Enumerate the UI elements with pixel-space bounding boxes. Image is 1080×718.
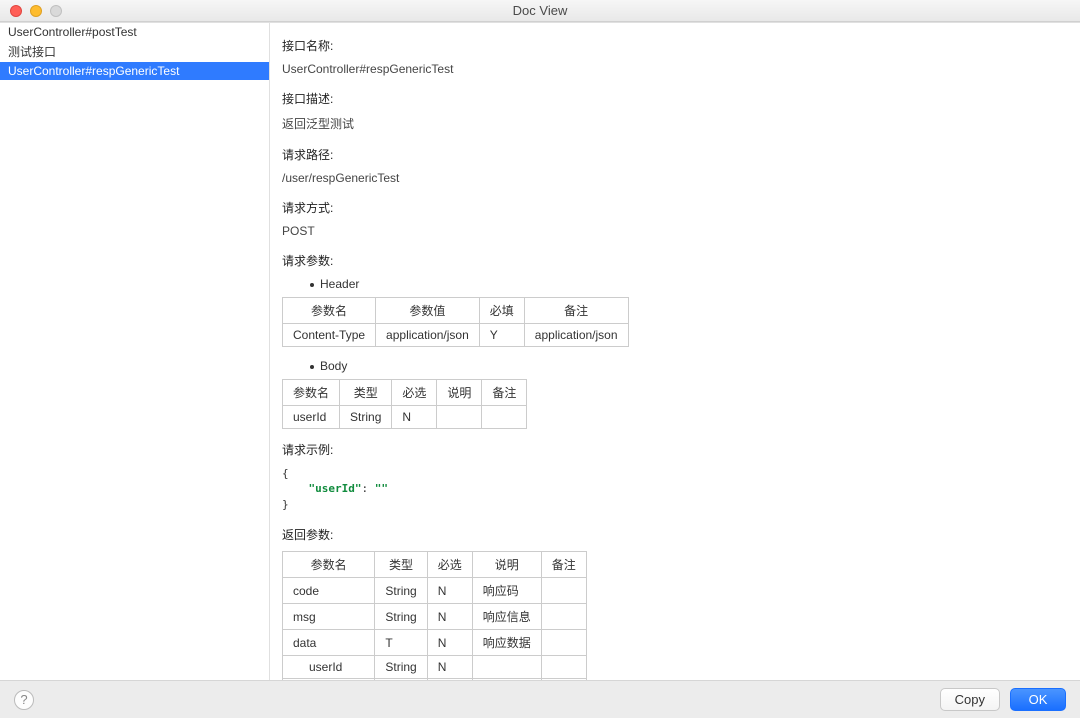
api-name-value: UserController#respGenericTest (282, 62, 1068, 76)
table-cell: String (375, 578, 427, 604)
table-header: 类型 (375, 552, 427, 578)
footer: ? Copy OK (0, 680, 1080, 718)
table-cell: Y (479, 324, 524, 347)
table-cell: userId (283, 406, 340, 429)
doc-pane: 接口名称: UserController#respGenericTest 接口描… (270, 23, 1080, 680)
ok-button[interactable]: OK (1010, 688, 1066, 711)
table-cell (437, 406, 482, 429)
table-cell: N (392, 406, 437, 429)
table-header: 必选 (427, 552, 472, 578)
table-header: 备注 (541, 552, 586, 578)
table-cell: 响应数据 (472, 630, 541, 656)
table-header: 参数名 (283, 380, 340, 406)
table-header: 参数值 (376, 298, 480, 324)
req-path-value: /user/respGenericTest (282, 171, 1068, 185)
table-cell: Content-Type (283, 324, 376, 347)
body-subheader: Body (310, 359, 1068, 373)
header-subheader: Header (310, 277, 1068, 291)
table-cell: application/json (524, 324, 628, 347)
table-cell: N (427, 630, 472, 656)
resp-params-label: 返回参数: (282, 526, 1068, 543)
table-header: 参数名 (283, 552, 375, 578)
help-icon[interactable]: ? (14, 690, 34, 710)
table-cell: String (375, 604, 427, 630)
table-row: userIdStringN (283, 656, 587, 679)
sidebar-item[interactable]: UserController#respGenericTest (0, 62, 269, 80)
table-header: 说明 (437, 380, 482, 406)
req-params-label: 请求参数: (282, 252, 1068, 269)
req-example-code: { "userId": "" } (282, 466, 1068, 512)
table-row: codeStringN响应码 (283, 578, 587, 604)
table-cell: N (427, 578, 472, 604)
sidebar-item[interactable]: 测试接口 (0, 41, 269, 62)
table-row: msgStringN响应信息 (283, 604, 587, 630)
resp-table: 参数名类型必选说明备注codeStringN响应码msgStringN响应信息d… (282, 551, 587, 680)
table-cell: T (375, 630, 427, 656)
table-header: 必填 (479, 298, 524, 324)
body-table: 参数名类型必选说明备注userIdStringN (282, 379, 527, 429)
table-cell (541, 604, 586, 630)
req-method-label: 请求方式: (282, 199, 1068, 216)
req-path-label: 请求路径: (282, 146, 1068, 163)
sidebar: UserController#postTest测试接口UserControlle… (0, 23, 270, 680)
table-cell: code (283, 578, 375, 604)
footer-buttons: Copy OK (940, 688, 1066, 711)
table-row: Content-Typeapplication/jsonYapplication… (283, 324, 629, 347)
table-row: dataTN响应数据 (283, 630, 587, 656)
table-header: 必选 (392, 380, 437, 406)
minimize-window-button[interactable] (30, 5, 42, 17)
table-cell: String (340, 406, 392, 429)
sidebar-item[interactable]: UserController#postTest (0, 23, 269, 41)
table-cell (472, 656, 541, 679)
titlebar: Doc View (0, 0, 1080, 22)
close-window-button[interactable] (10, 5, 22, 17)
table-cell (482, 406, 527, 429)
header-table: 参数名参数值必填备注Content-Typeapplication/jsonYa… (282, 297, 629, 347)
table-cell (541, 630, 586, 656)
table-header: 参数名 (283, 298, 376, 324)
content-area: UserController#postTest测试接口UserControlle… (0, 22, 1080, 680)
table-row: userIdStringN (283, 406, 527, 429)
table-cell: data (283, 630, 375, 656)
table-header: 备注 (524, 298, 628, 324)
table-header: 备注 (482, 380, 527, 406)
traffic-lights (0, 5, 62, 17)
table-cell: msg (283, 604, 375, 630)
table-cell: 响应码 (472, 578, 541, 604)
req-method-value: POST (282, 224, 1068, 238)
table-header: 类型 (340, 380, 392, 406)
table-cell: N (427, 604, 472, 630)
api-name-label: 接口名称: (282, 37, 1068, 54)
table-cell (541, 656, 586, 679)
table-cell: userId (283, 656, 375, 679)
window-title: Doc View (0, 3, 1080, 18)
table-cell: 响应信息 (472, 604, 541, 630)
req-example-label: 请求示例: (282, 441, 1068, 458)
copy-button[interactable]: Copy (940, 688, 1000, 711)
table-header: 说明 (472, 552, 541, 578)
table-cell: String (375, 656, 427, 679)
api-desc-label: 接口描述: (282, 90, 1068, 107)
maximize-window-button (50, 5, 62, 17)
api-desc-value: 返回泛型测试 (282, 115, 1068, 132)
table-cell: application/json (376, 324, 480, 347)
table-cell (541, 578, 586, 604)
table-cell: N (427, 656, 472, 679)
